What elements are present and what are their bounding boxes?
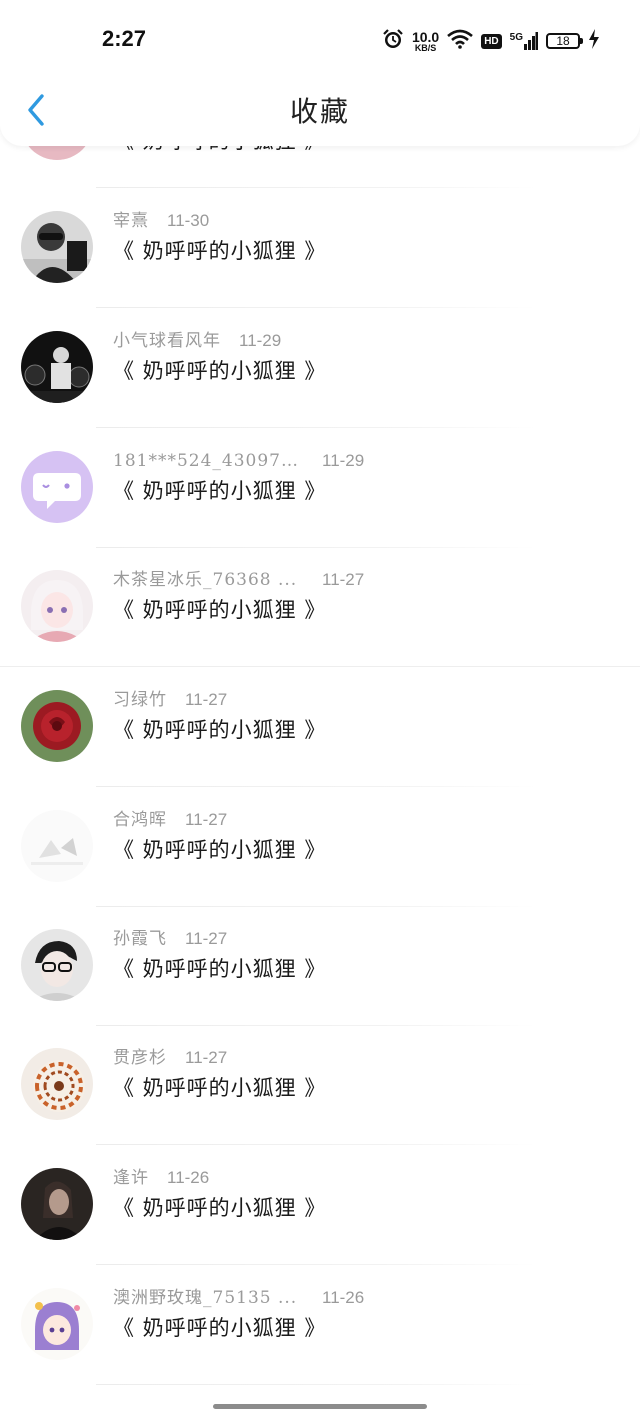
list-item-meta: 贯彦杉 11-27 xyxy=(113,1045,633,1071)
avatar xyxy=(21,929,93,1001)
list-item-meta: 小气球看风年 11-29 xyxy=(113,328,633,354)
list-item-meta: 逢许 11-26 xyxy=(113,1165,633,1191)
user-name[interactable]: 181***524_430975 ... xyxy=(113,448,299,474)
list-item[interactable]: 木茶星冰乐_76368 ... 11-27 《 奶呼呼的小狐狸 》 xyxy=(0,547,640,667)
user-name[interactable]: 贯彦杉 xyxy=(113,1045,167,1071)
date: 11-27 xyxy=(185,1048,228,1067)
list-item-meta: 木茶星冰乐_76368 ... 11-27 xyxy=(113,567,633,593)
date: 11-29 xyxy=(322,451,365,470)
battery-icon: 18 xyxy=(546,33,583,49)
net-speed-unit: KB/S xyxy=(414,42,437,53)
status-icons: 10.0 KB/S HD 5G 18 xyxy=(382,26,600,56)
avatar xyxy=(21,1168,93,1240)
avatar xyxy=(21,1048,93,1120)
signal-label: 5G xyxy=(509,32,523,43)
hd-badge: HD xyxy=(481,33,502,49)
net-speed: 10.0 KB/S xyxy=(412,30,439,53)
list-item-title[interactable]: 《 奶呼呼的小狐狸 》 xyxy=(113,1313,326,1343)
list-item-title[interactable]: 《 奶呼呼的小狐狸 》 xyxy=(113,356,326,386)
user-name[interactable]: 逢许 xyxy=(113,1165,149,1191)
list-item-title[interactable]: 《 奶呼呼的小狐狸 》 xyxy=(113,595,326,625)
user-name[interactable]: 木茶星冰乐_76368 ... xyxy=(113,567,297,593)
date: 11-26 xyxy=(322,1288,365,1307)
home-indicator[interactable] xyxy=(213,1404,427,1409)
user-name[interactable]: 合鸿晖 xyxy=(113,807,167,833)
date: 11-27 xyxy=(185,690,228,709)
list-item[interactable]: 181***524_430975 ... 11-29 《 奶呼呼的小狐狸 》 xyxy=(0,428,640,548)
list-item-title[interactable]: 《 奶呼呼的小狐狸 》 xyxy=(113,1193,326,1223)
avatar xyxy=(21,451,93,523)
date: 11-26 xyxy=(167,1168,210,1187)
list-item-title[interactable]: 《 奶呼呼的小狐狸 》 xyxy=(113,236,326,266)
list-item[interactable]: 宰熹 11-30 《 奶呼呼的小狐狸 》 xyxy=(0,188,640,308)
battery-level: 18 xyxy=(556,34,570,48)
user-name[interactable]: 小气球看风年 xyxy=(113,328,221,354)
user-name[interactable]: 宰熹 xyxy=(113,208,149,234)
list-item[interactable]: 习绿竹 11-27 《 奶呼呼的小狐狸 》 xyxy=(0,667,640,787)
avatar xyxy=(21,570,93,642)
date: 11-27 xyxy=(185,929,228,948)
date: 11-27 xyxy=(322,570,365,589)
list-item-meta: 习绿竹 11-27 xyxy=(113,687,633,713)
user-name[interactable]: 澳洲野玫瑰_75135 ... xyxy=(113,1285,297,1311)
list-item-meta: 宰熹 11-30 xyxy=(113,208,633,234)
user-name[interactable]: 习绿竹 xyxy=(113,687,167,713)
list-item[interactable]: 贯彦杉 11-27 《 奶呼呼的小狐狸 》 xyxy=(0,1025,640,1145)
status-time: 2:27 xyxy=(102,26,147,51)
wifi-icon xyxy=(447,29,474,53)
date: 11-29 xyxy=(239,331,282,350)
alarm-icon xyxy=(382,28,404,54)
divider xyxy=(96,1384,536,1385)
list-item-meta: 合鸿晖 11-27 xyxy=(113,807,633,833)
page-title: 收藏 xyxy=(289,95,350,128)
list-item-meta: 孙霞飞 11-27 xyxy=(113,926,633,952)
list-item-meta: 181***524_430975 ... 11-29 xyxy=(113,448,633,474)
list-item-meta: 澳洲野玫瑰_75135 ... 11-26 xyxy=(113,1285,633,1311)
list-item[interactable]: 小气球看风年 11-29 《 奶呼呼的小狐狸 》 xyxy=(0,308,640,428)
date: 11-27 xyxy=(185,810,228,829)
net-speed-value: 10.0 xyxy=(411,28,440,45)
list-item[interactable]: 孙霞飞 11-27 《 奶呼呼的小狐狸 》 xyxy=(0,906,640,1026)
favorites-screen: 《 奶呼呼的小狐狸 》 宰熹 11-30 《 奶呼呼的小狐狸 》 xyxy=(0,0,640,1422)
avatar xyxy=(21,1288,93,1360)
list-item[interactable]: 澳洲野玫瑰_75135 ... 11-26 《 奶呼呼的小狐狸 》 xyxy=(0,1265,640,1385)
list-item-title[interactable]: 《 奶呼呼的小狐狸 》 xyxy=(113,715,326,745)
list-item-title[interactable]: 《 奶呼呼的小狐狸 》 xyxy=(113,476,326,506)
date: 11-30 xyxy=(167,211,210,230)
list-item-title[interactable]: 《 奶呼呼的小狐狸 》 xyxy=(113,954,326,984)
user-name[interactable]: 孙霞飞 xyxy=(113,926,167,952)
list-item[interactable]: 合鸿晖 11-27 《 奶呼呼的小狐狸 》 xyxy=(0,787,640,907)
list-item-title[interactable]: 《 奶呼呼的小狐狸 》 xyxy=(113,1073,326,1103)
avatar xyxy=(21,810,93,882)
list-item[interactable]: 逢许 11-26 《 奶呼呼的小狐狸 》 xyxy=(0,1145,640,1265)
header: 2:27 10.0 KB/S HD 5G 18 收藏 xyxy=(0,0,640,146)
signal-icon: 5G xyxy=(510,32,538,50)
list-item-title[interactable]: 《 奶呼呼的小狐狸 》 xyxy=(113,835,326,865)
avatar xyxy=(21,690,93,762)
avatar xyxy=(21,211,93,283)
avatar xyxy=(21,331,93,403)
charging-icon xyxy=(588,29,600,53)
